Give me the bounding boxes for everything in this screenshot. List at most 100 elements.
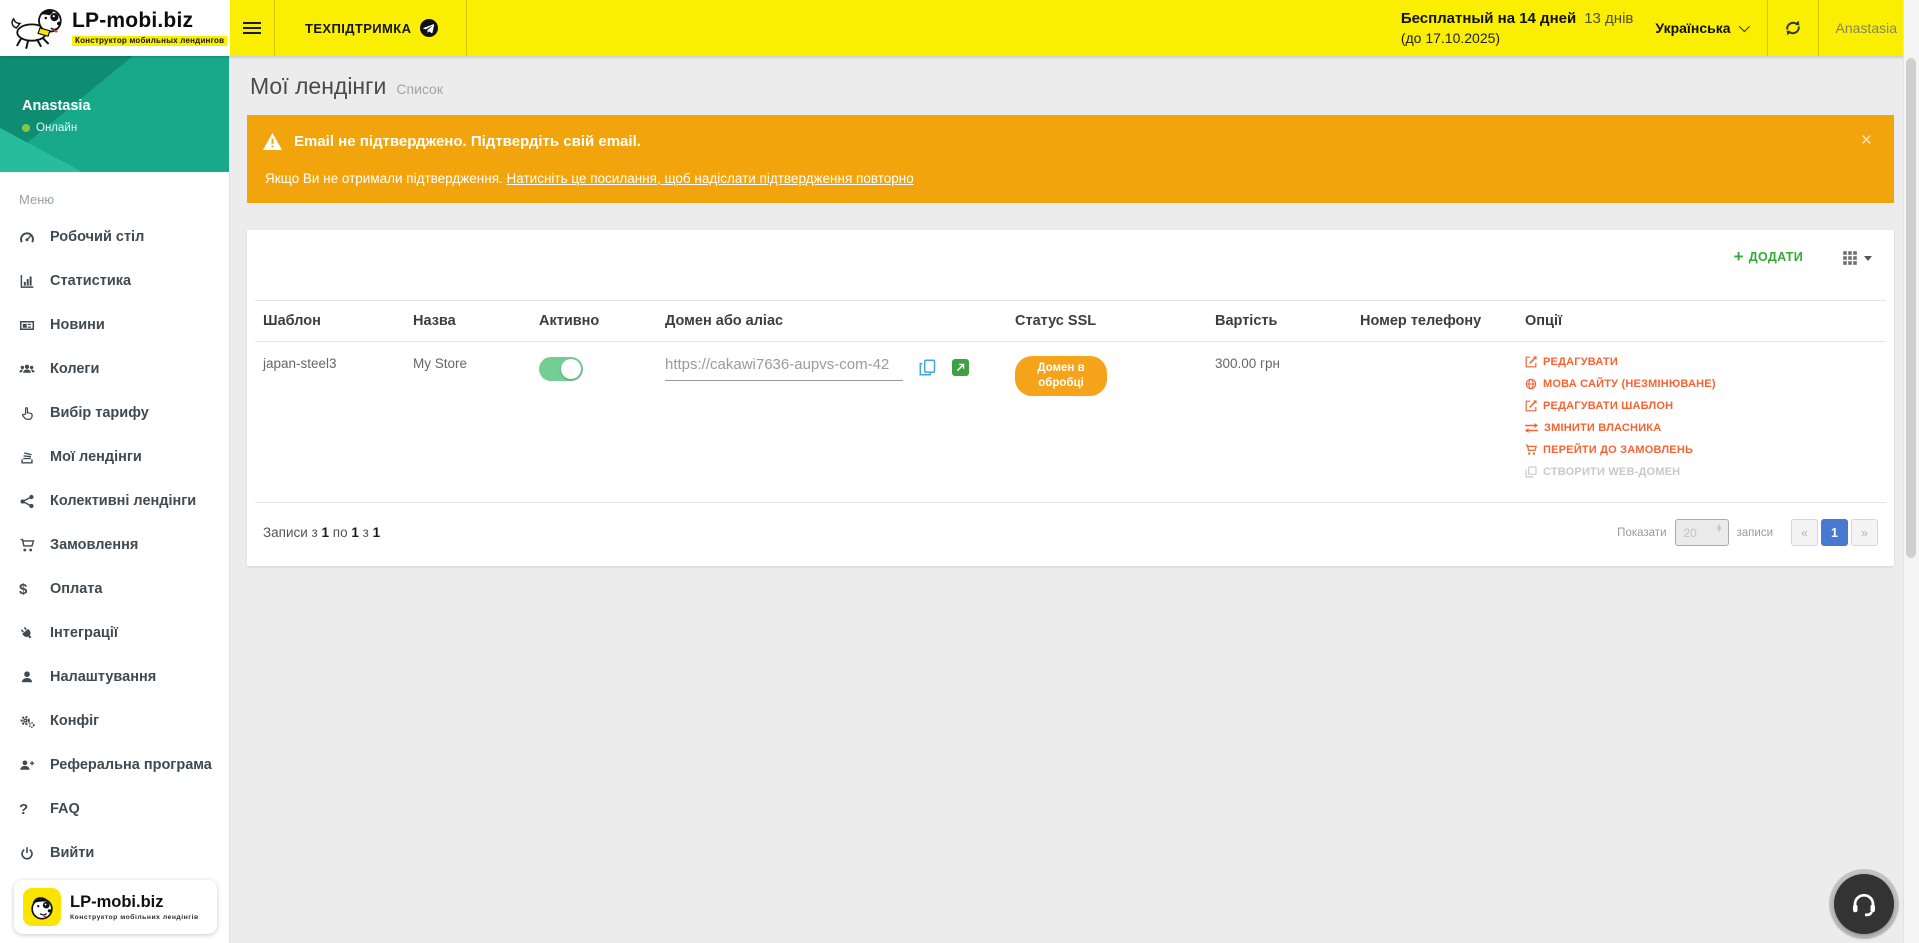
resend-confirmation-link[interactable]: Натисніть це посилання, щоб надіслати пі…: [507, 171, 914, 186]
domain-input[interactable]: [665, 356, 903, 381]
pagination-page-1[interactable]: 1: [1821, 519, 1848, 546]
table-grid-icon: [1843, 251, 1857, 265]
chevron-down-icon: [1738, 21, 1749, 32]
page-size-input[interactable]: [1676, 525, 1720, 541]
option-change-owner[interactable]: ЗМІНИТИ ВЛАСНИКА: [1525, 422, 1878, 434]
option-go-to-orders[interactable]: ПЕРЕЙТИ ДО ЗАМОВЛЕНЬ: [1525, 444, 1878, 456]
sidebar-item-settings[interactable]: Налаштування: [0, 655, 229, 699]
newspaper-icon: [19, 318, 41, 333]
scrollbar-thumb[interactable]: [1906, 58, 1916, 558]
col-header-domain: Домен або аліас: [657, 301, 1007, 342]
pagination-prev[interactable]: «: [1791, 519, 1818, 546]
pagination: « 1 »: [1791, 519, 1878, 546]
landings-table: Шаблон Назва Активно Домен або аліас Ста…: [255, 300, 1886, 503]
records-info: Записи з 1 по 1 з 1: [263, 525, 380, 540]
top-bar: LP-mobi.biz Конструктор мобильных лендин…: [0, 0, 1919, 56]
telegram-icon: [420, 19, 438, 37]
online-status-icon: [22, 124, 30, 132]
sidebar-item-config[interactable]: Конфіг: [0, 699, 229, 743]
scrollbar[interactable]: [1903, 0, 1919, 943]
cart-icon: [19, 538, 41, 553]
language-selector[interactable]: Українська: [1655, 20, 1746, 36]
sidebar-item-statistics[interactable]: Статистика: [0, 259, 229, 303]
cart-icon: [1525, 444, 1537, 456]
col-header-template: Шаблон: [255, 301, 405, 342]
brand-name: LP-mobi.biz: [72, 10, 227, 31]
close-icon[interactable]: ×: [1861, 131, 1872, 150]
entries-label: записи: [1737, 527, 1774, 539]
user-icon: [19, 670, 41, 685]
share-icon: [19, 494, 41, 509]
spinner-icons: ▲▼: [1716, 525, 1723, 534]
table-row: japan-steel3 My Store: [255, 342, 1886, 503]
add-button[interactable]: + ДОДАТИ: [1734, 248, 1803, 264]
dollar-icon: $: [19, 581, 41, 598]
user-plus-icon: [19, 758, 41, 773]
brand-tagline: Конструктор мобильных лендингов: [72, 36, 227, 46]
menu-section-label: Меню: [0, 172, 229, 215]
sidebar-item-logout[interactable]: Вийти: [0, 831, 229, 875]
plus-icon: +: [1734, 250, 1744, 264]
brand-logo[interactable]: LP-mobi.biz Конструктор мобильных лендин…: [0, 0, 230, 56]
col-header-options: Опції: [1517, 301, 1886, 342]
topbar-username[interactable]: Anastasia: [1819, 20, 1897, 36]
cell-price: 300.00 грн: [1207, 342, 1352, 503]
sidebar-item-referral[interactable]: Реферальна програма: [0, 743, 229, 787]
dog-mascot-icon: [23, 888, 61, 926]
option-site-language[interactable]: МОВА САЙТУ (НЕЗМІНЮВАНЕ): [1525, 378, 1878, 390]
col-header-phone: Номер телефону: [1352, 301, 1517, 342]
page-size-select[interactable]: ▲▼: [1675, 519, 1729, 546]
col-header-name: Назва: [405, 301, 531, 342]
show-label: Показати: [1617, 527, 1666, 539]
sidebar-item-colleagues[interactable]: Колеги: [0, 347, 229, 391]
cell-name: My Store: [405, 342, 531, 503]
sidebar-item-integrations[interactable]: Інтеграції: [0, 611, 229, 655]
language-globe-icon: [1525, 378, 1537, 390]
sidebar-item-news[interactable]: Новини: [0, 303, 229, 347]
cell-phone: [1352, 342, 1517, 503]
users-icon: [19, 362, 41, 377]
sidebar-item-dashboard[interactable]: Робочий стіл: [0, 215, 229, 259]
option-edit[interactable]: РЕДАГУВАТИ: [1525, 356, 1878, 368]
question-icon: ?: [19, 801, 41, 818]
brand-name: LP-mobi.biz: [70, 893, 199, 911]
option-create-web-domain: СТВОРИТИ WEB-ДОМЕН: [1525, 466, 1878, 478]
trial-status: Бесплатный на 14 дней13 днів (до 17.10.2…: [1401, 8, 1634, 48]
banner-line2: Якщо Ви не отримали підтвердження.: [265, 171, 507, 186]
sidebar-item-orders[interactable]: Замовлення: [0, 523, 229, 567]
hand-pointer-icon: [19, 406, 41, 421]
sidebar-footer-logo[interactable]: LP-mobi.biz Конструктор мобільних лендін…: [14, 880, 217, 934]
sidebar-item-tariff[interactable]: Вибір тарифу: [0, 391, 229, 435]
swap-arrows-icon: [1525, 423, 1538, 433]
page-title: Мої лендінги: [250, 73, 386, 100]
sidebar-item-payment[interactable]: $ Оплата: [0, 567, 229, 611]
sidebar-item-faq[interactable]: ? FAQ: [0, 787, 229, 831]
col-header-ssl: Статус SSL: [1007, 301, 1207, 342]
copy-icon[interactable]: [919, 359, 936, 376]
dashboard-icon: [19, 230, 41, 245]
sidebar-username: Anastasia: [22, 98, 91, 114]
online-status-label: Онлайн: [36, 122, 77, 134]
power-icon: [19, 846, 41, 861]
column-settings-button[interactable]: [1843, 248, 1872, 265]
chat-widget-button[interactable]: [1834, 874, 1894, 934]
brand-tagline: Конструктор мобільних лендінгів: [70, 914, 199, 921]
refresh-button[interactable]: [1768, 0, 1818, 56]
gears-icon: [19, 714, 41, 729]
tech-support-button[interactable]: ТЕХПІДТРИМКА: [275, 0, 466, 56]
pagination-next[interactable]: »: [1851, 519, 1878, 546]
hamburger-menu-icon[interactable]: [230, 0, 274, 56]
col-header-active: Активно: [531, 301, 657, 342]
stack-tray-icon: [19, 450, 41, 465]
sidebar: Anastasia Онлайн Меню Робочий стіл Стати…: [0, 56, 230, 943]
clone-icon: [1525, 466, 1537, 478]
sidebar-item-my-landings[interactable]: Мої лендінги: [0, 435, 229, 479]
option-edit-template[interactable]: РЕДАГУВАТИ ШАБЛОН: [1525, 400, 1878, 412]
sidebar-user-panel: Anastasia Онлайн: [0, 56, 229, 172]
main-content: Мої лендінги Список Email не підтверджен…: [230, 56, 1904, 943]
page-subtitle: Список: [396, 81, 443, 97]
active-toggle[interactable]: [539, 357, 583, 381]
yellow-header-bar: ТЕХПІДТРИМКА Бесплатный на 14 дней13 дні…: [230, 0, 1919, 56]
sidebar-item-collective-landings[interactable]: Колективні лендінги: [0, 479, 229, 523]
open-site-icon[interactable]: [952, 359, 969, 376]
